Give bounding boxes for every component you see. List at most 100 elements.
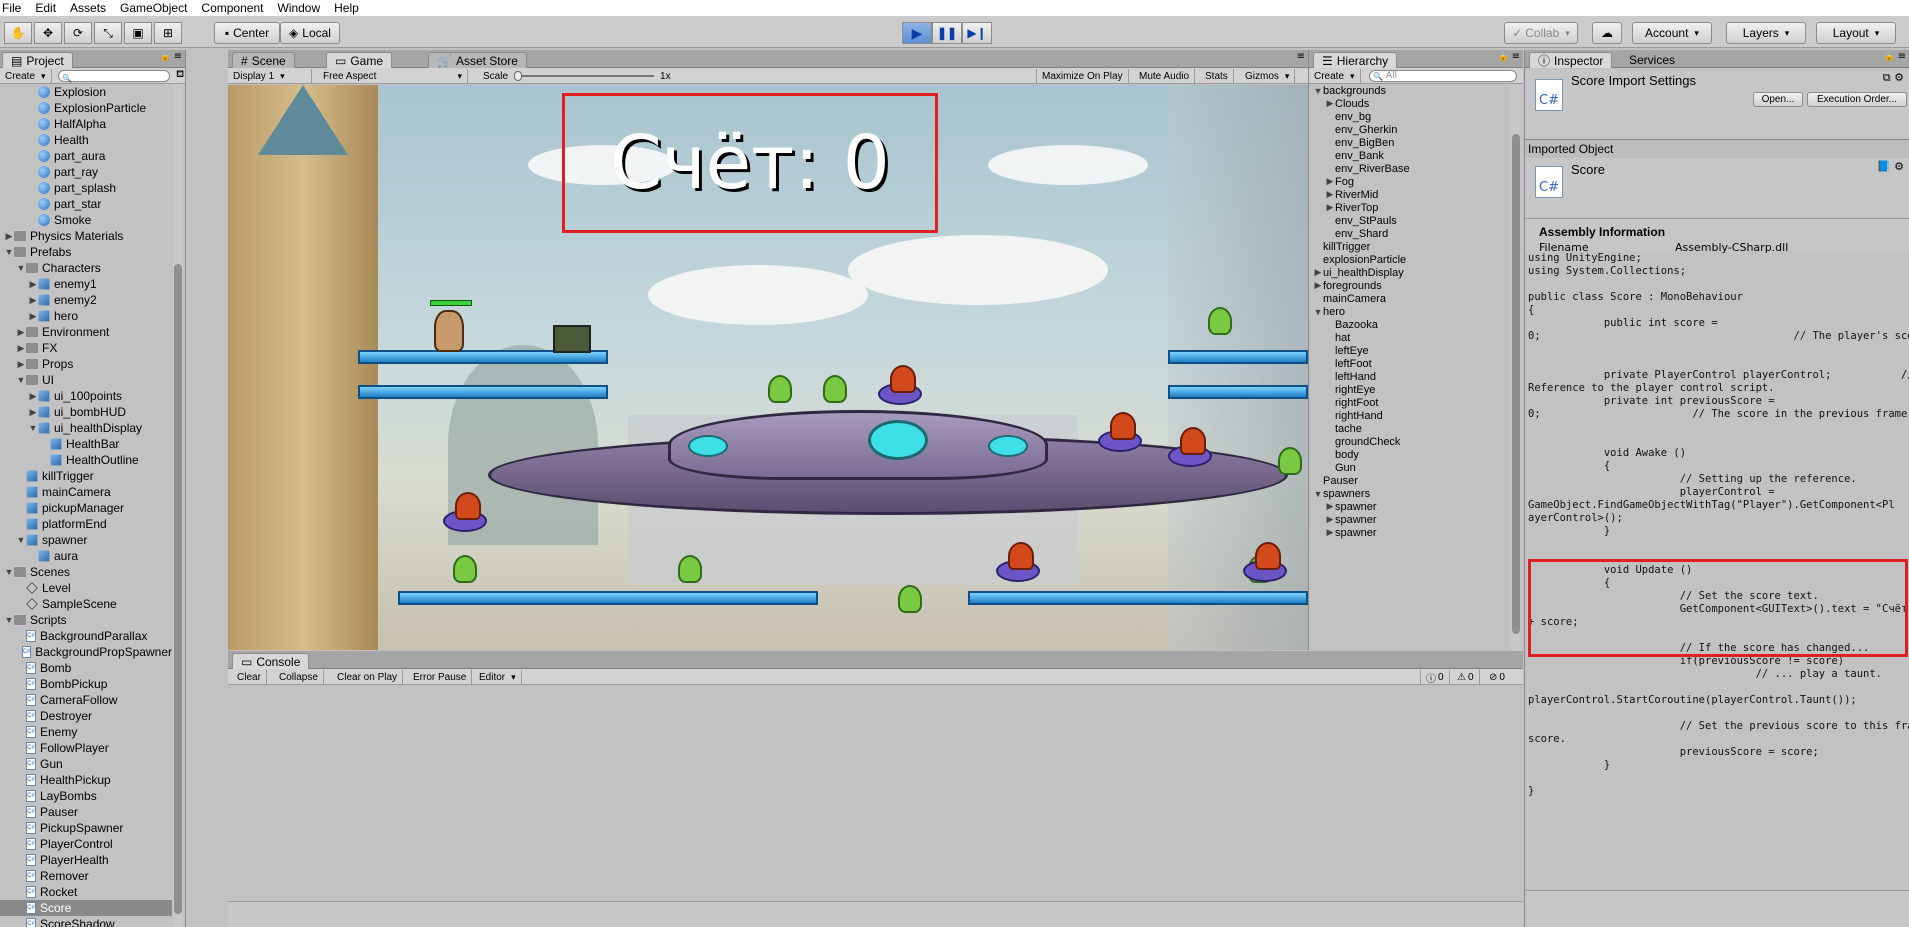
filter-type-icon[interactable]: ⛾ (176, 69, 184, 82)
gear-icon[interactable]: ⚙ (1894, 71, 1904, 84)
inspector-settings-icons[interactable]: ⧉ ⚙ (1883, 71, 1904, 85)
menu-gameobject[interactable]: GameObject (112, 1, 193, 15)
hierarchy-item[interactable]: ▶ RiverMid (1309, 188, 1509, 201)
hierarchy-item[interactable]: ▶ ui_healthDisplay (1309, 266, 1509, 279)
expand-right-icon[interactable]: ▶ (16, 343, 26, 354)
project-item[interactable]: C# Gun (0, 756, 172, 772)
hierarchy-item[interactable]: body (1309, 448, 1509, 461)
expand-right-icon[interactable]: ▶ (16, 359, 26, 370)
hierarchy-item[interactable]: leftFoot (1309, 357, 1509, 370)
tab-project[interactable]: ▤ Project (2, 52, 73, 68)
tab-console[interactable]: ▭ Console (232, 653, 310, 669)
transform-tool-icon[interactable]: ⊞ (154, 22, 182, 44)
hierarchy-lock-icon[interactable]: 🔒 (1498, 52, 1509, 62)
center-menu-icon[interactable]: ≡ (1297, 51, 1305, 62)
tab-scene[interactable]: # Scene (232, 52, 295, 68)
hierarchy-item[interactable]: groundCheck (1309, 435, 1509, 448)
project-item[interactable]: Smoke (0, 212, 172, 228)
hierarchy-item[interactable]: ▼ backgrounds (1309, 84, 1509, 97)
project-item[interactable]: ▶ ui_100points (0, 388, 172, 404)
menu-assets[interactable]: Assets (62, 1, 112, 15)
project-item[interactable]: ▼ ui_healthDisplay (0, 420, 172, 436)
expand-down-icon[interactable]: ▼ (4, 567, 14, 577)
layers-dropdown[interactable]: Layers (1726, 22, 1806, 44)
hierarchy-item[interactable]: mainCamera (1309, 292, 1509, 305)
hand-tool-icon[interactable]: ✋ (4, 22, 32, 44)
hierarchy-item[interactable]: leftHand (1309, 370, 1509, 383)
step-button[interactable]: ▶❙ (962, 22, 992, 44)
project-item[interactable]: part_star (0, 196, 172, 212)
project-item[interactable]: C# Score (0, 900, 172, 916)
menu-window[interactable]: Window (269, 1, 326, 15)
console-editor-dropdown[interactable]: Editor (474, 670, 522, 684)
hierarchy-item[interactable]: tache (1309, 422, 1509, 435)
scale-slider[interactable] (514, 71, 655, 81)
hierarchy-item[interactable]: ▶ spawner (1309, 513, 1509, 526)
hierarchy-item[interactable]: ▶ spawner (1309, 500, 1509, 513)
scale-tool-icon[interactable]: ⤡ (94, 22, 122, 44)
hierarchy-item[interactable]: rightEye (1309, 383, 1509, 396)
move-tool-icon[interactable]: ✥ (34, 22, 62, 44)
console-warning-count[interactable]: ⚠ 0 (1452, 670, 1480, 684)
expand-right-icon[interactable]: ▶ (1325, 527, 1335, 538)
hierarchy-scrollbar[interactable] (1511, 84, 1521, 650)
expand-right-icon[interactable]: ▶ (1313, 267, 1323, 278)
project-search-input[interactable]: 🔍 (58, 70, 170, 83)
scale-slider-handle[interactable] (514, 71, 523, 81)
hierarchy-item[interactable]: ▼ spawners (1309, 487, 1509, 500)
hierarchy-item[interactable]: env_BigBen (1309, 136, 1509, 149)
project-item[interactable]: ▼ Prefabs (0, 244, 172, 260)
project-item[interactable]: ▶ Environment (0, 324, 172, 340)
object-gear-icon[interactable]: ⚙ (1894, 160, 1904, 173)
project-item[interactable]: ▼ Characters (0, 260, 172, 276)
expand-down-icon[interactable]: ▼ (28, 423, 38, 433)
expand-right-icon[interactable]: ▶ (1325, 176, 1335, 187)
game-viewport[interactable]: Счёт: 0 (228, 85, 1308, 650)
project-item[interactable]: C# Destroyer (0, 708, 172, 724)
display-dropdown[interactable]: Display 1 (228, 69, 312, 83)
stats-toggle[interactable]: Stats (1200, 69, 1234, 83)
project-scroll-thumb[interactable] (174, 264, 182, 914)
panel-menu-icon[interactable]: ≡ (174, 51, 182, 62)
layout-dropdown[interactable]: Layout (1816, 22, 1896, 44)
collab-dropdown[interactable]: ✓ Collab (1504, 22, 1578, 44)
project-item[interactable]: ▼ Scripts (0, 612, 172, 628)
console-clear-button[interactable]: Clear (232, 670, 267, 684)
account-dropdown[interactable]: Account (1632, 22, 1712, 44)
project-item[interactable]: ▶ ui_bombHUD (0, 404, 172, 420)
console-log-count[interactable]: ⓘ 0 (1420, 670, 1450, 685)
console-error-pause-toggle[interactable]: Error Pause (408, 670, 473, 684)
hierarchy-scroll-thumb[interactable] (1512, 134, 1520, 634)
project-item[interactable]: Level (0, 580, 172, 596)
project-item[interactable]: ▶ Props (0, 356, 172, 372)
expand-right-icon[interactable]: ▶ (1313, 280, 1323, 291)
project-item[interactable]: killTrigger (0, 468, 172, 484)
expand-right-icon[interactable]: ▶ (1325, 189, 1335, 200)
project-item[interactable]: C# ScoreShadow (0, 916, 172, 927)
expand-right-icon[interactable]: ▶ (28, 407, 38, 418)
expand-down-icon[interactable]: ▼ (1313, 86, 1323, 96)
project-item[interactable]: ▶ enemy2 (0, 292, 172, 308)
execution-order-button[interactable]: Execution Order... (1807, 92, 1907, 107)
project-item[interactable]: ▶ enemy1 (0, 276, 172, 292)
expand-down-icon[interactable]: ▼ (16, 263, 26, 273)
project-item[interactable]: HealthOutline (0, 452, 172, 468)
mute-audio-toggle[interactable]: Mute Audio (1134, 69, 1196, 83)
hierarchy-search-input[interactable]: 🔍 All (1369, 70, 1517, 82)
expand-down-icon[interactable]: ▼ (16, 535, 26, 545)
hierarchy-item[interactable]: ▶ RiverTop (1309, 201, 1509, 214)
project-item[interactable]: HealthBar (0, 436, 172, 452)
expand-down-icon[interactable]: ▼ (4, 247, 14, 257)
hierarchy-item[interactable]: Bazooka (1309, 318, 1509, 331)
project-item[interactable]: ▶ Physics Materials (0, 228, 172, 244)
expand-down-icon[interactable]: ▼ (4, 615, 14, 625)
aspect-dropdown[interactable]: Free Aspect (318, 69, 468, 83)
hierarchy-item[interactable]: ▶ Fog (1309, 175, 1509, 188)
project-item[interactable]: part_ray (0, 164, 172, 180)
gizmos-dropdown[interactable]: Gizmos (1240, 69, 1296, 83)
expand-down-icon[interactable]: ▼ (1313, 489, 1323, 499)
console-clear-on-play-toggle[interactable]: Clear on Play (332, 670, 404, 684)
hierarchy-item[interactable]: ▶ spawner (1309, 526, 1509, 539)
project-item[interactable]: ▼ UI (0, 372, 172, 388)
project-item[interactable]: ▶ FX (0, 340, 172, 356)
